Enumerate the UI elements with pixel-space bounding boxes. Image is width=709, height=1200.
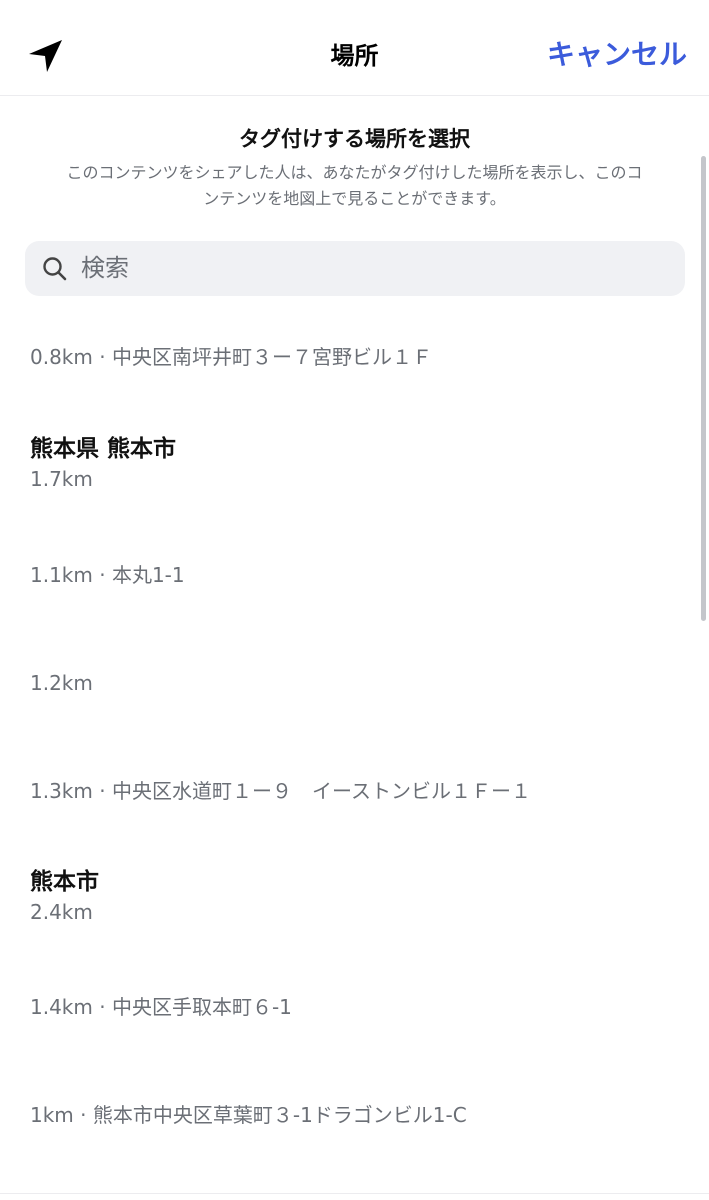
place-detail: 1.2km [30, 671, 93, 695]
place-item[interactable]: 1km · 熊本市中央区草葉町３-1ドラゴンビル1-C [0, 1100, 690, 1130]
divider [0, 1193, 709, 1194]
place-item[interactable]: 0.8km · 中央区南坪井町３ー７宮野ビル１Ｆ [0, 342, 690, 372]
search-input[interactable] [81, 249, 661, 287]
place-item[interactable]: 1.3km · 中央区水道町１ー９ イーストンビル１Ｆー１ [0, 776, 690, 806]
place-name: 熊本県 熊本市 [30, 436, 177, 462]
place-detail: 1.3km · 中央区水道町１ー９ イーストンビル１Ｆー１ [30, 779, 531, 803]
place-detail: 2.4km [30, 900, 93, 924]
place-detail: 1km · 熊本市中央区草葉町３-1ドラゴンビル1-C [30, 1103, 467, 1127]
header: 場所 キャンセル [0, 0, 709, 96]
place-item[interactable]: 熊本市 2.4km [0, 867, 690, 927]
place-detail: 0.8km · 中央区南坪井町３ー７宮野ビル１Ｆ [30, 345, 432, 369]
place-item[interactable]: 1.2km [0, 668, 690, 698]
place-detail: 1.4km · 中央区手取本町６-1 [30, 995, 292, 1019]
scrollbar[interactable] [701, 156, 706, 621]
place-name: 熊本市 [30, 869, 99, 895]
place-item[interactable]: 1.4km · 中央区手取本町６-1 [0, 992, 690, 1022]
cancel-button[interactable]: キャンセル [547, 37, 687, 73]
place-item[interactable]: 熊本県 熊本市 1.7km [0, 434, 690, 494]
place-detail: 1.1km · 本丸1-1 [30, 563, 185, 587]
location-picker-screen: 場所 キャンセル タグ付けする場所を選択 このコンテンツをシェアした人は、あなた… [0, 0, 709, 1200]
place-item[interactable]: 1.1km · 本丸1-1 [0, 560, 690, 590]
intro-title: タグ付けする場所を選択 [239, 127, 470, 151]
search-bar[interactable] [25, 241, 685, 296]
search-icon [43, 257, 67, 281]
place-detail: 1.7km [30, 467, 93, 491]
intro-description: このコンテンツをシェアした人は、あなたがタグ付けした場所を表示し、このコンテンツ… [66, 163, 643, 208]
